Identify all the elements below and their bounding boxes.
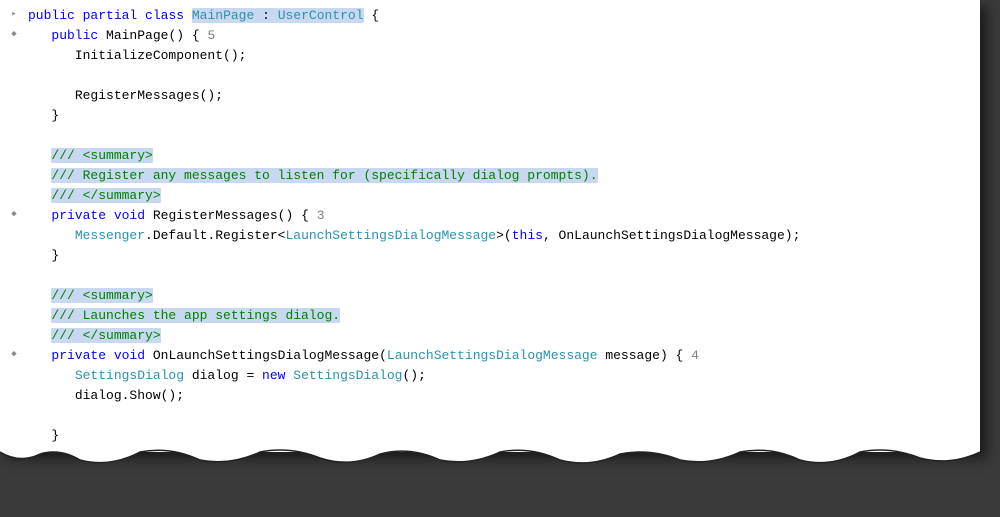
code-line[interactable]: /// </summary> — [4, 186, 976, 206]
brace: } — [51, 428, 59, 443]
xml-doc: /// </summary> — [51, 188, 160, 203]
code-line[interactable]: /// <summary> — [4, 146, 976, 166]
method-icon: ◆ — [8, 208, 20, 220]
torn-paper-effect — [0, 446, 980, 470]
keyword: new — [262, 368, 285, 383]
code-line[interactable]: ◆ public MainPage() { 5 — [4, 26, 976, 46]
code-line[interactable]: InitializeComponent(); — [4, 46, 976, 66]
code-line[interactable]: ◆ private void OnLaunchSettingsDialogMes… — [4, 346, 976, 366]
method-icon: ◆ — [8, 28, 20, 40]
keyword: partial — [83, 8, 138, 23]
keyword: public — [51, 28, 98, 43]
type-name: SettingsDialog — [293, 368, 402, 383]
xml-doc: /// </summary> — [51, 328, 160, 343]
method-icon: ◆ — [8, 348, 20, 360]
code-line[interactable]: } — [4, 246, 976, 266]
keyword: class — [145, 8, 184, 23]
type-name: SettingsDialog — [75, 368, 184, 383]
code-line[interactable]: dialog.Show(); — [4, 386, 976, 406]
code-line[interactable]: /// Register any messages to listen for … — [4, 166, 976, 186]
code-line[interactable]: /// </summary> — [4, 326, 976, 346]
keyword: void — [114, 348, 145, 363]
type-name: UserControl — [278, 8, 364, 23]
outline-icon: ▸ — [8, 8, 20, 20]
ref-count[interactable]: 4 — [691, 348, 699, 363]
type-name: LaunchSettingsDialogMessage — [387, 348, 598, 363]
type-name: Messenger — [75, 228, 145, 243]
type-name: MainPage — [192, 8, 254, 23]
code-text: dialog.Show(); — [75, 388, 184, 403]
code-line[interactable]: } — [4, 426, 976, 446]
keyword: this — [512, 228, 543, 243]
code-line[interactable]: } — [4, 106, 976, 126]
brace: } — [51, 108, 59, 123]
keyword: private — [51, 348, 106, 363]
colon: : — [254, 8, 277, 23]
brace: } — [51, 248, 59, 263]
method-name: MainPage — [106, 28, 168, 43]
code-line[interactable]: ▸ public partial class MainPage : UserCon… — [4, 6, 976, 26]
code-line[interactable]: /// <summary> — [4, 286, 976, 306]
code-text: InitializeComponent(); — [75, 48, 247, 63]
code-line[interactable]: Messenger.Default.Register<LaunchSetting… — [4, 226, 976, 246]
keyword: private — [51, 208, 106, 223]
code-line[interactable] — [4, 126, 976, 146]
method-name: OnLaunchSettingsDialogMessage( — [145, 348, 387, 363]
code-line[interactable] — [4, 66, 976, 86]
xml-doc: /// Launches the app settings dialog. — [51, 308, 340, 323]
code-line[interactable]: RegisterMessages(); — [4, 86, 976, 106]
xml-doc: /// <summary> — [51, 148, 152, 163]
xml-doc: /// <summary> — [51, 288, 152, 303]
keyword: void — [114, 208, 145, 223]
code-line[interactable]: /// Launches the app settings dialog. — [4, 306, 976, 326]
code-text: RegisterMessages(); — [75, 88, 223, 103]
code-line[interactable] — [4, 266, 976, 286]
type-name: LaunchSettingsDialogMessage — [285, 228, 496, 243]
code-line[interactable] — [4, 406, 976, 426]
ref-count[interactable]: 5 — [207, 28, 215, 43]
code-editor[interactable]: ▸ public partial class MainPage : UserCon… — [0, 0, 980, 452]
keyword: public — [28, 8, 75, 23]
ref-count[interactable]: 3 — [317, 208, 325, 223]
method-name: RegisterMessages() { — [145, 208, 317, 223]
brace: { — [364, 8, 380, 23]
code-line[interactable]: ◆ private void RegisterMessages() { 3 — [4, 206, 976, 226]
code-line[interactable]: SettingsDialog dialog = new SettingsDial… — [4, 366, 976, 386]
xml-doc: /// Register any messages to listen for … — [51, 168, 597, 183]
